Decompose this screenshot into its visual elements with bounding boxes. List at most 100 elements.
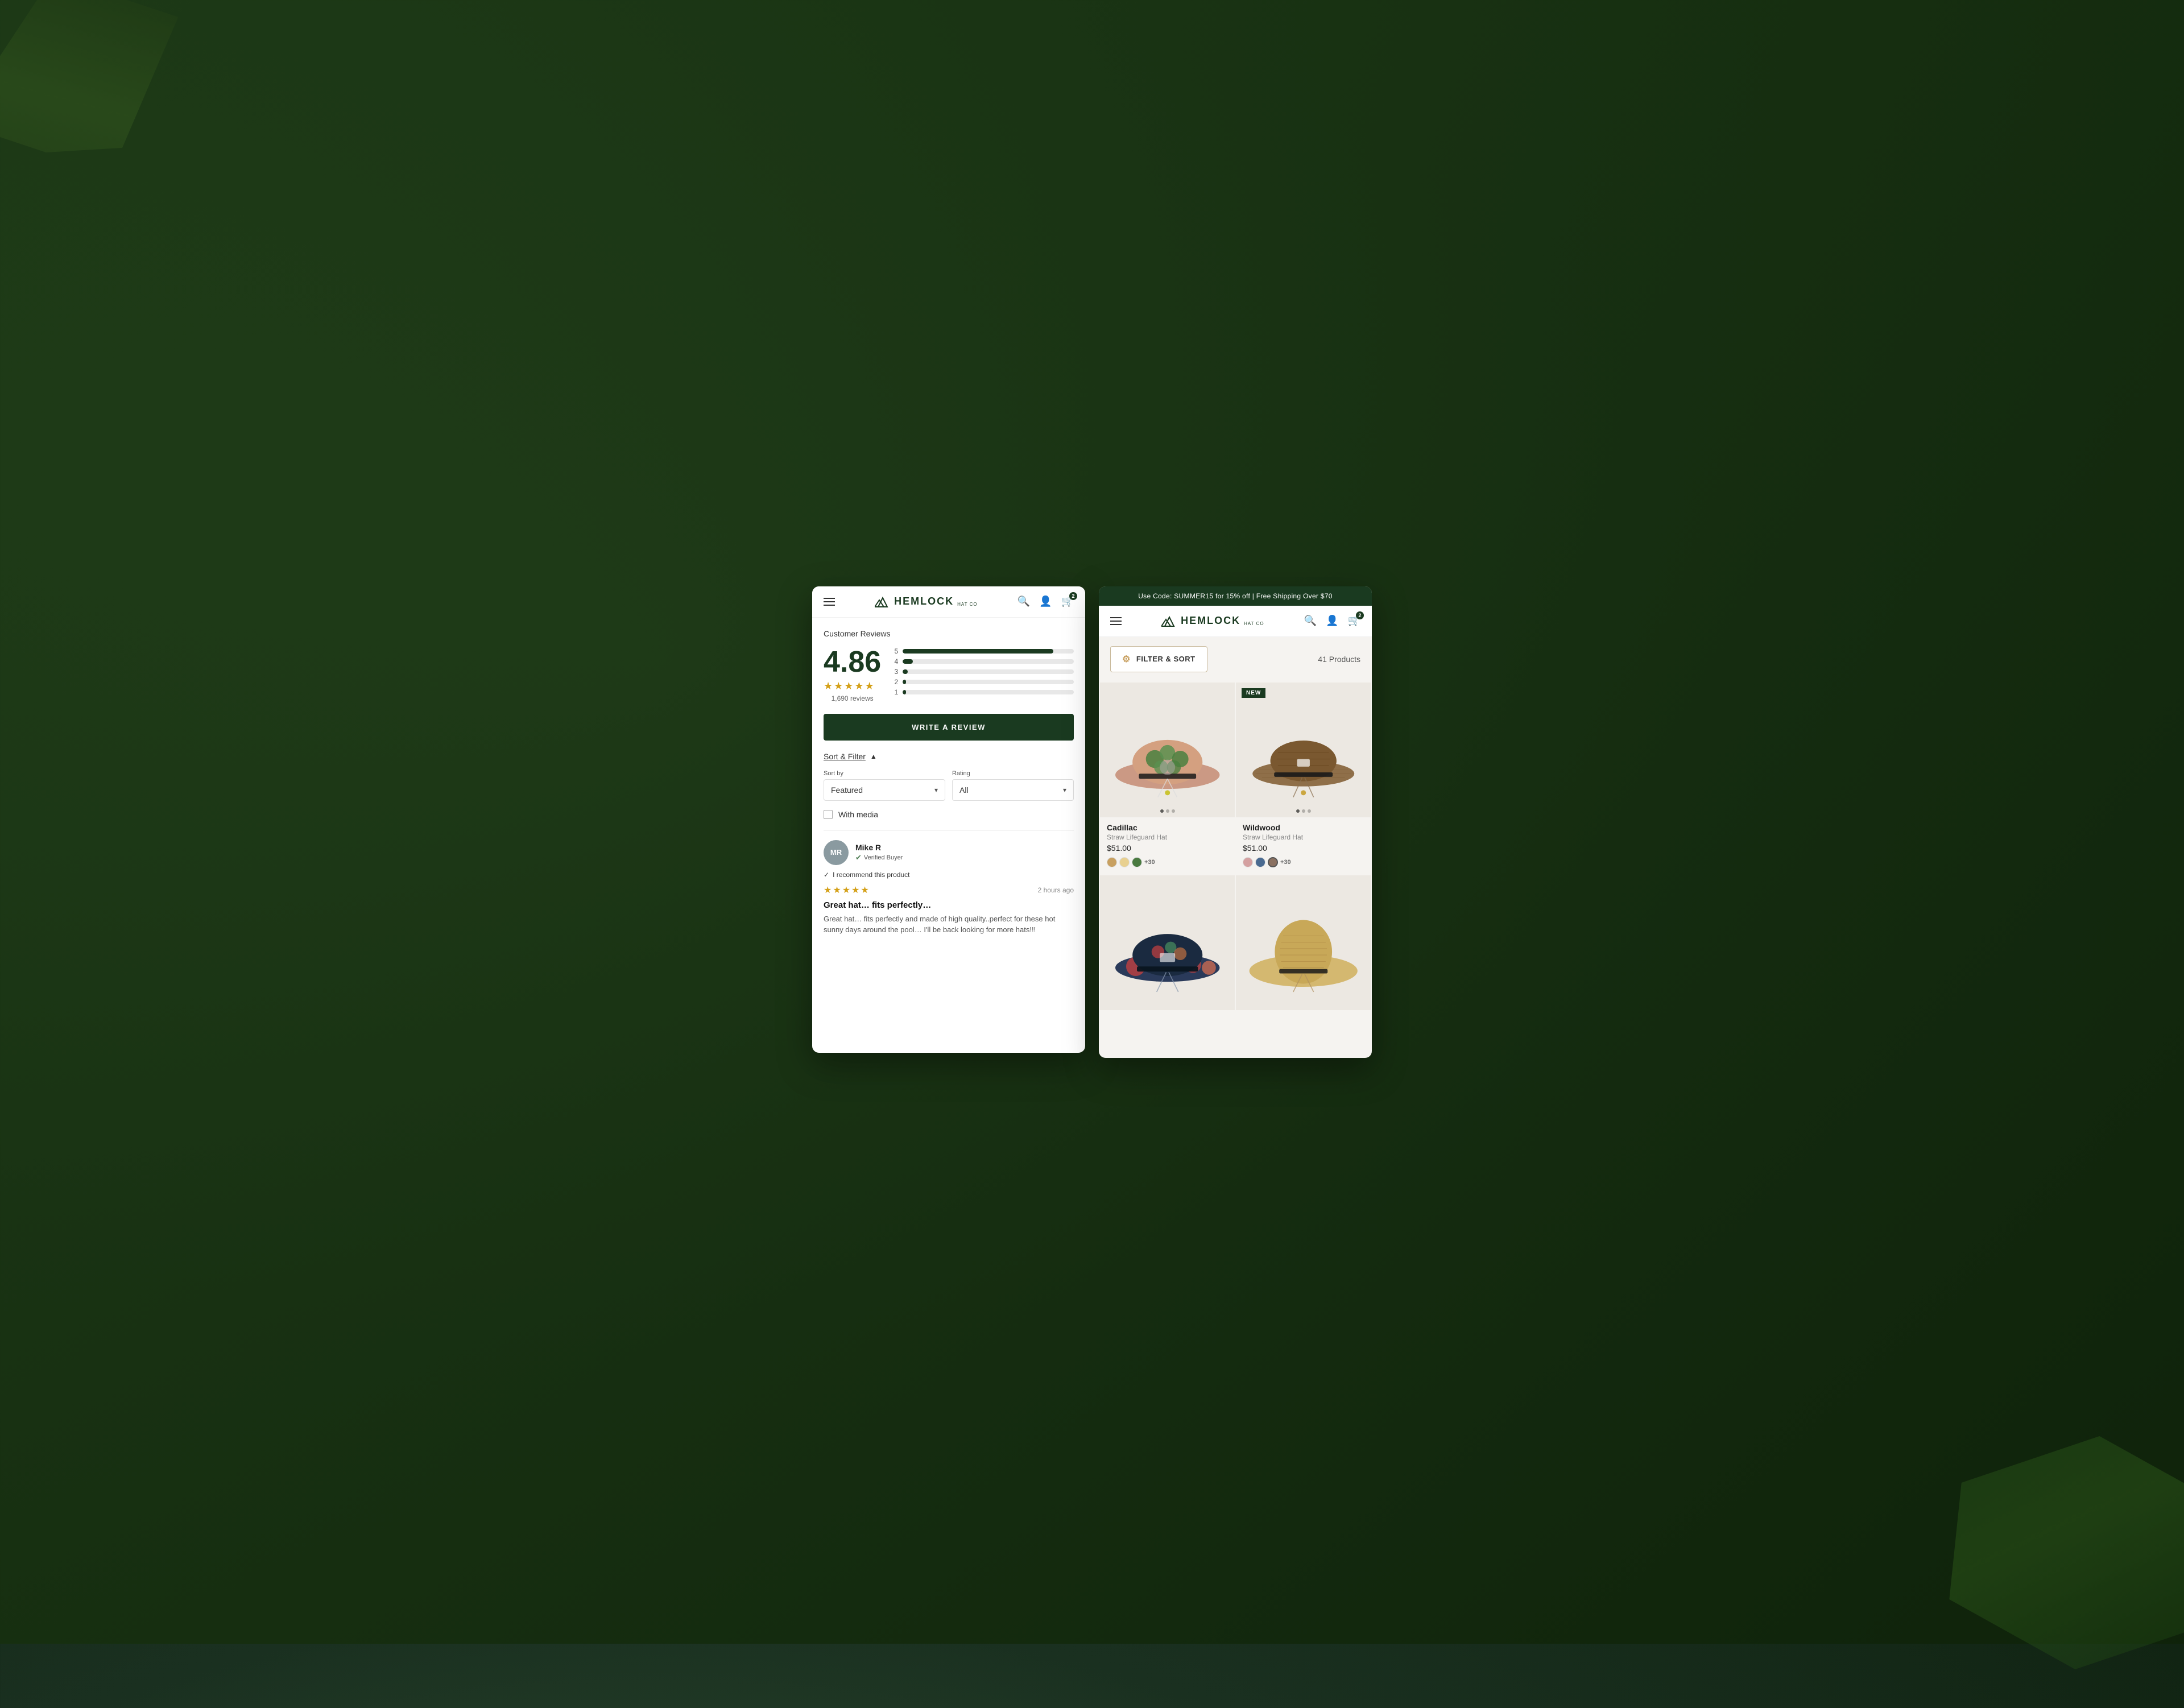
swatch-w3[interactable] [1268, 857, 1278, 867]
product-image-placeholder-cadillac [1100, 683, 1235, 817]
filter-sort-button[interactable]: ⚙ FILTER & SORT [1110, 646, 1207, 672]
logo-text-right: HEMLOCK [1181, 615, 1240, 627]
product-image-placeholder-plain [1236, 875, 1371, 1010]
logo-left: HEMLOCK HAT CO [875, 595, 977, 608]
logo-text-left: HEMLOCK [894, 595, 954, 607]
cart-button[interactable]: 🛒 2 [1061, 595, 1074, 607]
rating-overview: 4.86 ★ ★ ★ ★ ★ 1,690 reviews 5 [824, 647, 1074, 702]
product-card-plain[interactable] [1236, 875, 1371, 1057]
verified-badge: ✔ Verified Buyer [855, 853, 903, 862]
cart-count: 2 [1069, 592, 1077, 600]
sort-filter-toggle[interactable]: Sort & Filter ▲ [824, 752, 1074, 761]
dot-indicators-wildwood [1296, 809, 1311, 813]
search-icon[interactable]: 🔍 [1017, 595, 1030, 607]
product-image-tropical [1100, 875, 1235, 1010]
product-card-cadillac[interactable]: Cadillac Straw Lifeguard Hat $51.00 +30 [1100, 683, 1235, 874]
rating-summary: 4.86 ★ ★ ★ ★ ★ 1,690 reviews [824, 647, 881, 702]
more-colors-wildwood: +30 [1280, 859, 1291, 866]
bar-track-3 [903, 669, 1074, 674]
dot-1w [1296, 809, 1300, 813]
dot-3 [1172, 809, 1175, 813]
product-price-cadillac: $51.00 [1107, 843, 1228, 853]
review-stars-time: ★ ★ ★ ★ ★ 2 hours ago [824, 884, 1074, 896]
logo-right: HEMLOCK HAT CO [1161, 615, 1264, 627]
with-media-row: With media [824, 810, 1074, 819]
sort-by-dropdown[interactable]: Featured ▾ [824, 779, 945, 801]
logo-subtitle-left: HAT CO [957, 602, 977, 607]
star-1: ★ [824, 680, 833, 692]
recommend-row: ✓ I recommend this product [824, 871, 1074, 879]
bar-fill-4 [903, 659, 913, 664]
star-4: ★ [854, 680, 863, 692]
header-right-icons: 🔍 👤 🛒 2 [1017, 595, 1074, 607]
review-star-5: ★ [861, 884, 868, 896]
product-info-wildwood: Wildwood Straw Lifeguard Hat $51.00 +30 [1236, 817, 1371, 874]
sort-by-label: Sort by [824, 770, 945, 777]
product-type-wildwood: Straw Lifeguard Hat [1243, 833, 1364, 841]
reviewer-avatar: MR [824, 840, 849, 865]
bar-track-1 [903, 690, 1074, 694]
shop-screen: Use Code: SUMMER15 for 15% off | Free Sh… [1099, 586, 1372, 1058]
rating-label: Rating [952, 770, 1074, 777]
swatch-w2[interactable] [1255, 857, 1265, 867]
menu-icon[interactable] [824, 598, 835, 606]
bar-5: 5 [892, 647, 1074, 655]
swatch-1[interactable] [1107, 857, 1117, 867]
product-name-wildwood: Wildwood [1243, 823, 1364, 832]
review-star-4: ★ [851, 884, 859, 896]
account-icon[interactable]: 👤 [1039, 595, 1052, 607]
with-media-label: With media [838, 810, 878, 819]
product-price-wildwood: $51.00 [1243, 843, 1364, 853]
filter-icon: ⚙ [1122, 654, 1131, 665]
shop-menu-icon[interactable] [1110, 617, 1122, 625]
filter-dropdowns: Sort by Featured ▾ Rating All ▾ [824, 770, 1074, 801]
write-review-button[interactable]: WRITE A REVIEW [824, 714, 1074, 741]
swatch-2[interactable] [1119, 857, 1130, 867]
rating-group: Rating All ▾ [952, 770, 1074, 801]
product-image-placeholder-tropical [1100, 875, 1235, 1010]
product-image-plain [1236, 875, 1371, 1010]
product-grid: Cadillac Straw Lifeguard Hat $51.00 +30 … [1099, 681, 1372, 1058]
rating-stars: ★ ★ ★ ★ ★ [824, 680, 881, 692]
reviewer-header: MR Mike R ✔ Verified Buyer [824, 840, 1074, 865]
star-5: ★ [865, 680, 874, 692]
sort-by-value: Featured [831, 785, 863, 795]
hat-image-cadillac [1110, 692, 1225, 807]
bar-fill-2 [903, 680, 906, 684]
recommend-check-icon: ✓ [824, 871, 829, 879]
rating-value: All [959, 785, 969, 795]
reviewer-name: Mike R [855, 843, 903, 852]
review-star-3: ★ [842, 884, 850, 896]
product-image-cadillac [1100, 683, 1235, 817]
swatch-w1[interactable] [1243, 857, 1253, 867]
product-card-wildwood[interactable]: NEW [1236, 683, 1371, 874]
bar-2: 2 [892, 678, 1074, 686]
color-swatches-cadillac: +30 [1107, 857, 1228, 867]
verified-icon: ✔ [855, 853, 862, 862]
review-stars: ★ ★ ★ ★ ★ [824, 884, 869, 896]
reviewer-info: Mike R ✔ Verified Buyer [855, 843, 903, 862]
bar-fill-5 [903, 649, 1053, 654]
bar-track-5 [903, 649, 1074, 654]
rating-arrow-icon: ▾ [1063, 786, 1066, 794]
reviews-section: Customer Reviews 4.86 ★ ★ ★ ★ ★ 1,690 re… [812, 618, 1085, 947]
shop-account-icon[interactable]: 👤 [1326, 615, 1338, 627]
product-type-cadillac: Straw Lifeguard Hat [1107, 833, 1228, 841]
verified-text: Verified Buyer [864, 854, 903, 861]
header-left: HEMLOCK HAT CO 🔍 👤 🛒 2 [812, 586, 1085, 618]
hat-image-wildwood [1246, 692, 1360, 807]
shop-cart-button[interactable]: 🛒 2 [1348, 615, 1360, 627]
product-info-tropical [1100, 1010, 1235, 1057]
review-body: Great hat… fits perfectly and made of hi… [824, 913, 1074, 936]
reviews-count: 1,690 reviews [824, 694, 881, 702]
with-media-checkbox[interactable] [824, 810, 833, 819]
star-2: ★ [834, 680, 843, 692]
dot-2w [1302, 809, 1305, 813]
product-card-tropical[interactable] [1100, 875, 1235, 1057]
filter-sort-label: FILTER & SORT [1136, 655, 1196, 663]
shop-search-icon[interactable]: 🔍 [1304, 615, 1317, 627]
dot-3w [1308, 809, 1311, 813]
swatch-3[interactable] [1132, 857, 1142, 867]
rating-dropdown[interactable]: All ▾ [952, 779, 1074, 801]
product-info-cadillac: Cadillac Straw Lifeguard Hat $51.00 +30 [1100, 817, 1235, 874]
